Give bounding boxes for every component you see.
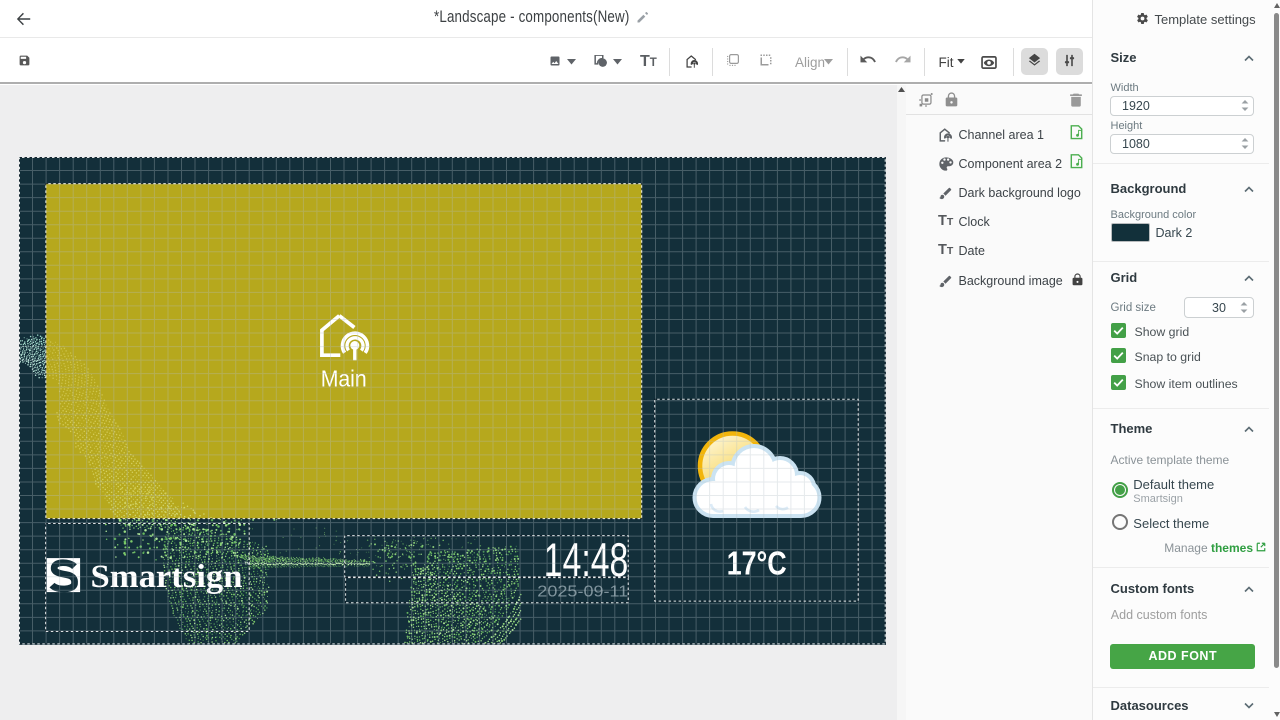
svg-text:14:48: 14:48	[544, 534, 629, 587]
